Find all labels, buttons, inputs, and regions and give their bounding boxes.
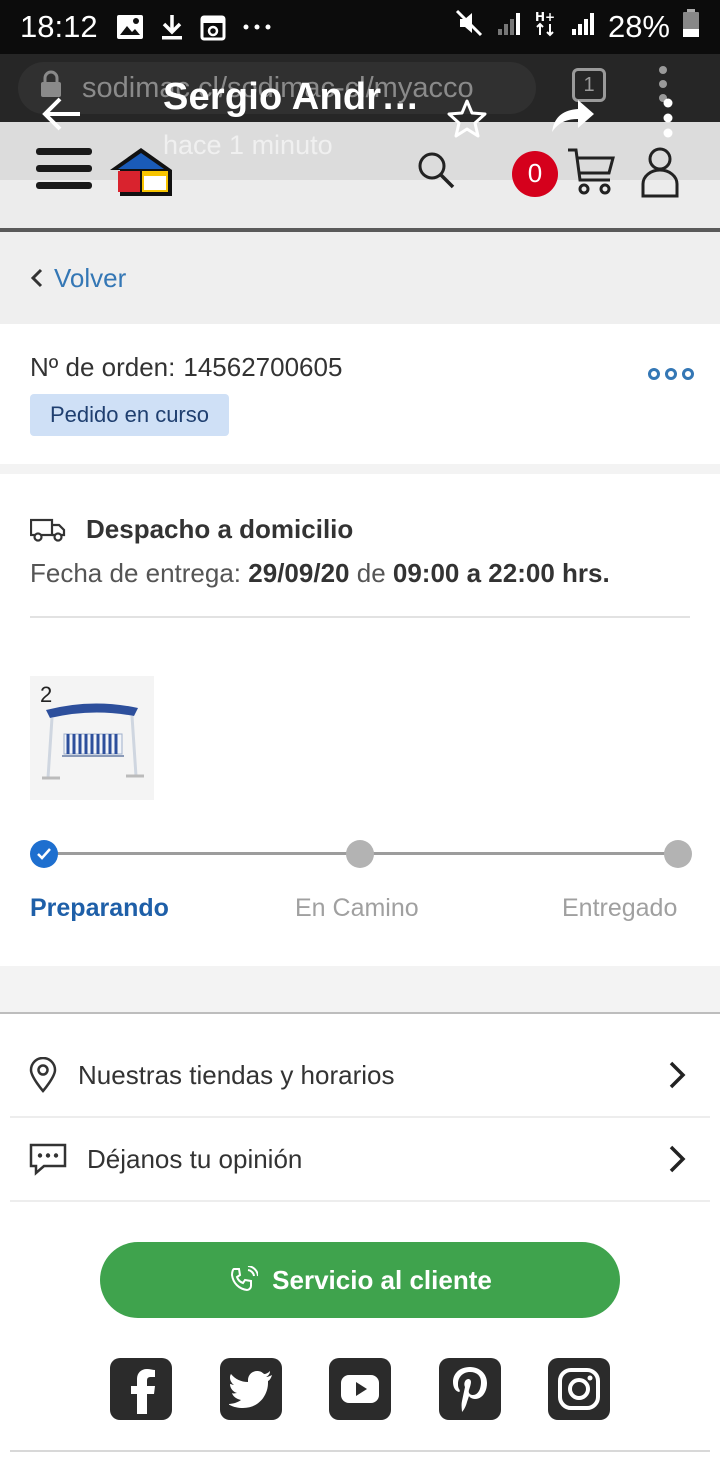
checkmark-icon [37, 848, 51, 860]
network-hplus-icon: H+ [534, 9, 558, 45]
facebook-icon[interactable] [110, 1358, 172, 1420]
delivery-type-row: Despacho a domicilio [30, 514, 353, 545]
delivery-date-label: Fecha de entrega: [30, 558, 242, 588]
shared-content-overlay: Sergio Andr… hace 1 minuto [0, 54, 720, 180]
back-arrow-icon[interactable] [42, 96, 82, 137]
truck-icon [30, 518, 66, 542]
stores-hours-link[interactable]: Nuestras tiendas y horarios [10, 1034, 710, 1118]
order-summary-card: Nº de orden: 14562700605 Pedido en curso [0, 324, 720, 464]
star-icon[interactable] [446, 98, 488, 143]
pinterest-icon[interactable] [439, 1358, 501, 1420]
svg-text:H+: H+ [535, 10, 555, 24]
order-number: 14562700605 [183, 352, 343, 382]
section-divider [30, 616, 690, 618]
customer-service-button[interactable]: Servicio al cliente [100, 1242, 620, 1318]
battery-percent: 28% [607, 9, 670, 44]
order-status-badge: Pedido en curso [30, 394, 229, 436]
more-notifications-icon [242, 23, 272, 31]
back-link[interactable]: Volver [0, 232, 720, 324]
status-bar: 18:12 H+ 28% [0, 0, 720, 54]
delivery-type: Despacho a domicilio [86, 514, 354, 544]
order-number-label: Nº de orden: [30, 352, 176, 382]
phone-icon [228, 1266, 259, 1294]
progress-step-2-dot [346, 840, 374, 868]
location-pin-icon [28, 1057, 58, 1093]
calendar-icon [200, 13, 226, 41]
customer-service-label: Servicio al cliente [272, 1264, 492, 1295]
product-thumbnail[interactable]: 2 [30, 676, 154, 800]
signal-icon [496, 9, 522, 45]
twitter-icon[interactable] [220, 1358, 282, 1420]
progress-step-3-label: Entregado [562, 894, 678, 922]
youtube-icon[interactable] [329, 1358, 391, 1420]
bottom-divider [10, 1450, 710, 1452]
delivery-date-row: Fecha de entrega: 29/09/20 de 09:00 a 22… [30, 558, 610, 589]
delivery-connector: de [356, 558, 386, 588]
chevron-right-icon [668, 1060, 686, 1090]
battery-icon [682, 8, 700, 46]
order-detail-page: 18:12 H+ 28% sodimac.cl/sodimac-cl/myacc… [0, 0, 720, 1480]
gallery-icon [116, 14, 144, 40]
footer: Nuestras tiendas y horarios Déjanos tu o… [0, 1014, 720, 1480]
forward-icon[interactable] [550, 98, 596, 139]
chat-bubble-icon [28, 1142, 68, 1176]
feedback-label: Déjanos tu opinión [87, 1143, 303, 1174]
order-number-row: Nº de orden: 14562700605 [30, 352, 342, 383]
mute-icon [454, 8, 484, 46]
order-options-icon[interactable] [648, 368, 694, 380]
progress-step-2-label: En Camino [295, 894, 419, 922]
delivery-card: Despacho a domicilio Fecha de entrega: 2… [0, 474, 720, 966]
signal-icon-2 [570, 9, 596, 45]
chevron-right-icon [668, 1144, 686, 1174]
download-icon [160, 13, 184, 41]
social-links [0, 1358, 720, 1420]
feedback-link[interactable]: Déjanos tu opinión [10, 1118, 710, 1202]
swing-product-image [42, 703, 144, 780]
progress-step-1-dot [30, 840, 58, 868]
status-time: 18:12 [20, 9, 98, 44]
progress-step-3-dot [664, 840, 692, 868]
progress-step-1-label: Preparando [30, 894, 169, 922]
sender-name: Sergio Andr… [163, 76, 420, 118]
back-label: Volver [54, 262, 127, 293]
stores-hours-label: Nuestras tiendas y horarios [78, 1059, 395, 1090]
sent-time: hace 1 minuto [163, 130, 333, 160]
delivery-date: 29/09/20 [248, 558, 350, 588]
chevron-left-icon [30, 267, 44, 289]
instagram-icon[interactable] [548, 1358, 610, 1420]
header-divider [0, 228, 720, 232]
overflow-menu-icon[interactable] [662, 98, 674, 143]
delivery-time-range: 09:00 a 22:00 hrs. [392, 558, 610, 588]
order-progress-tracker [30, 840, 694, 870]
